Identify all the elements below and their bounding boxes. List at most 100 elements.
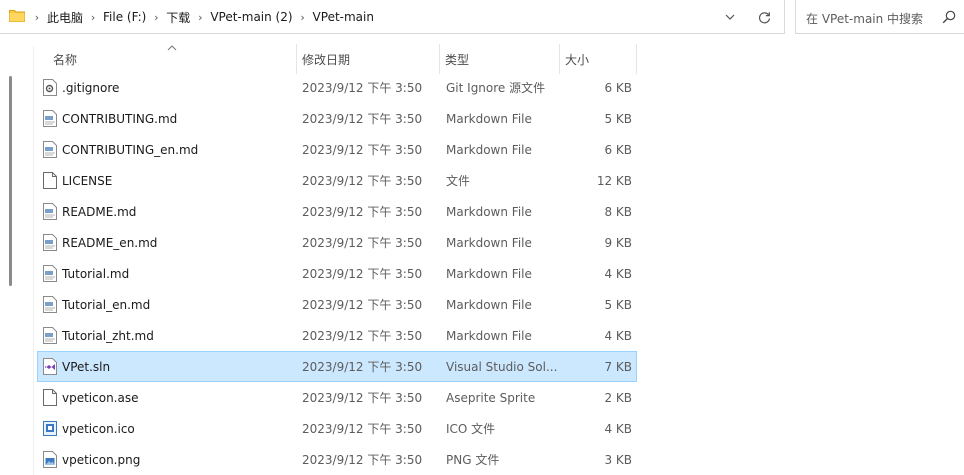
chevron-down-icon (725, 14, 735, 20)
file-type: Markdown File (446, 297, 532, 312)
file-date: 2023/9/12 下午 3:50 (302, 174, 423, 188)
file-size: 4 KB (604, 421, 632, 436)
file-row[interactable]: Tutorial.md 2023/9/12 下午 3:50 Markdown F… (37, 258, 637, 289)
visual-studio-solution-icon (43, 358, 57, 375)
file-size: 4 KB (604, 328, 632, 343)
file-row[interactable]: README.md 2023/9/12 下午 3:50 Markdown Fil… (37, 196, 637, 227)
file-name: LICENSE (62, 173, 113, 188)
column-header-size[interactable]: 大小 (565, 44, 635, 74)
file-size: 4 KB (604, 266, 632, 281)
file-type: Markdown File (446, 328, 532, 343)
refresh-icon (758, 11, 770, 23)
file-row-selected[interactable]: VPet.sln 2023/9/12 下午 3:50 Visual Studio… (37, 351, 637, 382)
file-size: 12 KB (596, 173, 632, 188)
file-type: Git Ignore 源文件 (446, 81, 546, 95)
chevron-right-icon[interactable]: › (293, 11, 313, 24)
file-size: 8 KB (604, 204, 632, 219)
file-type: Markdown File (446, 235, 532, 250)
breadcrumb-item[interactable]: File (F:) (103, 10, 146, 24)
chevron-right-icon[interactable]: › (27, 11, 47, 24)
file-name: CONTRIBUTING_en.md (62, 142, 199, 157)
file-size: 7 KB (604, 359, 632, 374)
file-row[interactable]: Tutorial_zht.md 2023/9/12 下午 3:50 Markdo… (37, 320, 637, 351)
file-type: Markdown File (446, 266, 532, 281)
file-row[interactable]: Tutorial_en.md 2023/9/12 下午 3:50 Markdow… (37, 289, 637, 320)
file-name: Tutorial_en.md (62, 297, 151, 312)
folder-icon (9, 10, 25, 22)
file-size: 6 KB (604, 80, 632, 95)
chevron-right-icon[interactable]: › (146, 11, 166, 24)
markdown-file-icon (43, 265, 57, 282)
markdown-file-icon (43, 234, 57, 251)
file-date: 2023/9/12 下午 3:50 (302, 453, 423, 467)
file-type: Markdown File (446, 204, 532, 219)
file-size: 5 KB (604, 111, 632, 126)
markdown-file-icon (43, 296, 57, 313)
markdown-file-icon (43, 110, 57, 127)
file-date: 2023/9/12 下午 3:50 (302, 267, 423, 281)
file-date: 2023/9/12 下午 3:50 (302, 298, 423, 312)
file-date: 2023/9/12 下午 3:50 (302, 112, 423, 126)
png-image-icon (43, 451, 57, 468)
column-header-name-label: 名称 (53, 52, 78, 67)
file-name: README_en.md (62, 235, 158, 250)
file-type: Markdown File (446, 111, 532, 126)
address-bar[interactable]: › 此电脑 › File (F:) › 下载 › VPet-main (2) ›… (0, 0, 785, 34)
breadcrumb-item[interactable]: VPet-main (2) (210, 10, 292, 24)
column-divider[interactable] (296, 44, 297, 74)
file-row[interactable]: CONTRIBUTING_en.md 2023/9/12 下午 3:50 Mar… (37, 134, 637, 165)
column-header-type[interactable]: 类型 (445, 44, 559, 74)
file-type: Markdown File (446, 142, 532, 157)
breadcrumb: › 此电脑 › File (F:) › 下载 › VPet-main (2) ›… (27, 0, 374, 34)
address-history-button[interactable] (718, 8, 742, 26)
breadcrumb-item[interactable]: 此电脑 (47, 9, 83, 26)
file-type: Aseprite Sprite (446, 390, 536, 405)
file-name: VPet.sln (62, 359, 111, 374)
search-placeholder: 在 VPet-main 中搜索 (806, 12, 924, 26)
file-size: 2 KB (604, 390, 632, 405)
file-name: CONTRIBUTING.md (62, 111, 178, 126)
file-row[interactable]: .gitignore 2023/9/12 下午 3:50 Git Ignore … (37, 72, 637, 103)
file-type: 文件 (446, 174, 471, 188)
file-date: 2023/9/12 下午 3:50 (302, 143, 423, 157)
file-row[interactable]: README_en.md 2023/9/12 下午 3:50 Markdown … (37, 227, 637, 258)
file-row[interactable]: vpeticon.ico 2023/9/12 下午 3:50 ICO 文件 4 … (37, 413, 637, 444)
column-header-date-label: 修改日期 (302, 52, 351, 67)
breadcrumb-item[interactable]: VPet-main (313, 10, 374, 24)
file-size: 5 KB (604, 297, 632, 312)
markdown-file-icon (43, 203, 57, 220)
column-header-row: 名称 修改日期 类型 大小 (37, 44, 637, 74)
file-row[interactable]: vpeticon.png 2023/9/12 下午 3:50 PNG 文件 3 … (37, 444, 637, 475)
column-divider[interactable] (439, 44, 440, 74)
column-divider[interactable] (559, 44, 560, 74)
file-date: 2023/9/12 下午 3:50 (302, 205, 423, 219)
file-size: 3 KB (604, 452, 632, 467)
file-date: 2023/9/12 下午 3:50 (302, 422, 423, 436)
search-icon[interactable] (942, 10, 956, 24)
refresh-button[interactable] (752, 8, 776, 26)
file-row[interactable]: LICENSE 2023/9/12 下午 3:50 文件 12 KB (37, 165, 637, 196)
address-row: › 此电脑 › File (F:) › 下载 › VPet-main (2) ›… (0, 0, 964, 36)
file-name: Tutorial.md (62, 266, 130, 281)
pane-divider[interactable] (33, 46, 34, 475)
file-name: vpeticon.png (62, 452, 141, 467)
markdown-file-icon (43, 141, 57, 158)
file-type: ICO 文件 (446, 422, 496, 436)
file-date: 2023/9/12 下午 3:50 (302, 236, 423, 250)
file-name: vpeticon.ase (62, 390, 139, 405)
aseprite-file-icon (43, 389, 57, 406)
navigation-scrollbar[interactable] (9, 76, 12, 286)
breadcrumb-item[interactable]: 下载 (166, 9, 190, 26)
search-input[interactable]: 在 VPet-main 中搜索 (795, 0, 964, 34)
file-date: 2023/9/12 下午 3:50 (302, 360, 423, 374)
file-row[interactable]: vpeticon.ase 2023/9/12 下午 3:50 Aseprite … (37, 382, 637, 413)
navigation-pane (0, 36, 30, 475)
file-name: .gitignore (62, 80, 120, 95)
column-header-size-label: 大小 (565, 52, 590, 67)
column-header-date[interactable]: 修改日期 (302, 44, 439, 74)
chevron-right-icon[interactable]: › (190, 11, 210, 24)
column-divider[interactable] (636, 44, 637, 74)
column-header-name[interactable]: 名称 (53, 44, 296, 74)
chevron-right-icon[interactable]: › (83, 11, 103, 24)
file-row[interactable]: CONTRIBUTING.md 2023/9/12 下午 3:50 Markdo… (37, 103, 637, 134)
